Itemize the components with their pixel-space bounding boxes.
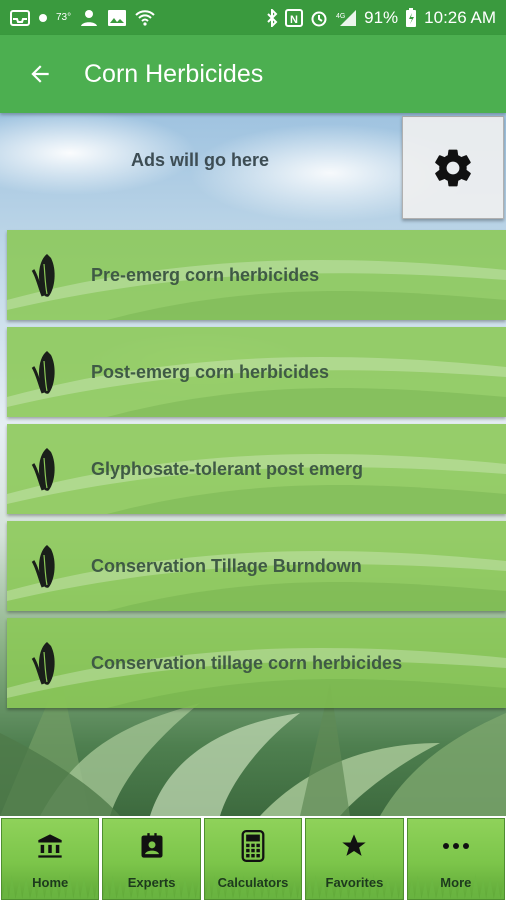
herbicide-menu-list: Pre-emerg corn herbicides Post-emerg cor… [7,230,506,715]
contact-card-icon [138,831,166,861]
settings-button[interactable] [402,116,504,219]
content-area: Ads will go here Pre-emerg corn herbicid… [0,113,506,816]
bank-icon [36,831,64,861]
menu-item-conservation-tillage-burndown[interactable]: Conservation Tillage Burndown [7,521,506,611]
svg-text:N: N [290,14,298,26]
clock-time: 10:26 AM [424,7,496,27]
corn-icon [31,545,55,588]
battery-icon [405,7,417,28]
nfc-icon: N [285,8,304,27]
inbox-icon [10,9,30,27]
signal-icon: 4G [335,9,357,27]
menu-item-label: Post-emerg corn herbicides [91,361,330,382]
nav-label: Favorites [325,875,384,890]
more-dots-icon [442,831,470,861]
menu-item-pre-emerg[interactable]: Pre-emerg corn herbicides [7,230,506,320]
nav-calculators-button[interactable]: Calculators [203,818,303,900]
nav-label: Experts [127,875,176,890]
menu-item-post-emerg[interactable]: Post-emerg corn herbicides [7,327,506,417]
page-title: Corn Herbicides [84,59,264,88]
menu-item-conservation-tillage-corn[interactable]: Conservation tillage corn herbicides [7,618,506,708]
bottom-navigation: Home Experts Calculators Favorites More [0,816,506,900]
back-button[interactable] [12,46,68,102]
nav-label: Home [32,875,69,890]
calculator-icon [241,830,265,862]
menu-item-glyphosate-tolerant[interactable]: Glyphosate-tolerant post emerg [7,424,506,514]
wifi-icon [135,9,155,27]
nav-home-button[interactable]: Home [1,818,100,900]
menu-item-label: Conservation Tillage Burndown [91,555,362,576]
user-icon [79,8,99,28]
nav-experts-button[interactable]: Experts [102,818,201,900]
corn-icon [31,642,55,685]
nav-label: More [440,875,472,890]
nav-label: Calculators [217,875,289,890]
svg-text:4G: 4G [336,13,345,20]
gear-icon [435,149,471,186]
corn-icon [31,448,55,491]
menu-item-label: Pre-emerg corn herbicides [91,264,320,285]
star-icon [340,831,368,861]
weather-icon [38,11,48,25]
corn-icon [31,254,55,297]
alarm-icon [310,9,328,27]
battery-percent: 91% [364,7,399,27]
nav-more-button[interactable]: More [406,818,506,900]
menu-item-label: Conservation tillage corn herbicides [91,652,403,673]
corn-icon [31,351,55,394]
temperature-text: 73° [56,12,72,23]
nav-favorites-button[interactable]: Favorites [305,818,404,900]
bluetooth-icon [266,8,278,27]
ad-placeholder-text: Ads will go here [130,150,270,170]
image-icon [107,9,127,27]
app-bar: Corn Herbicides [0,35,506,113]
arrow-left-icon [31,65,49,83]
status-bar: 73° N 4G 91% 10:26 AM [0,0,506,35]
ad-banner[interactable]: Ads will go here [0,113,400,218]
menu-item-label: Glyphosate-tolerant post emerg [91,458,364,479]
